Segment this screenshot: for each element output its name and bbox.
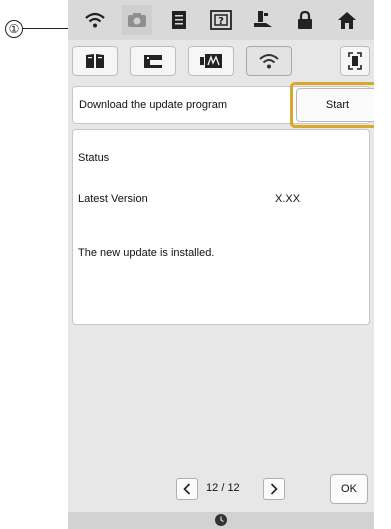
machine-screen: ? Download the update program Start Stat… [68,0,374,529]
settings-category-tabs [72,46,370,80]
wifi-icon[interactable] [80,5,110,35]
chevron-right-icon [270,483,278,495]
latest-version-label: Latest Version [78,193,148,205]
pagination-row: 12 / 12 OK [68,470,374,506]
tab-book-icon[interactable] [72,46,118,76]
status-panel: Status Latest Version X.XX The new updat… [72,129,370,325]
page-current: 12 [206,482,219,494]
start-button[interactable]: Start [296,88,374,122]
ok-button[interactable]: OK [330,474,368,504]
status-heading: Status [78,152,110,164]
presser-foot-icon[interactable] [248,5,278,35]
callout-line [23,28,68,29]
sewing-machine-icon [144,55,162,68]
page-total: 12 [227,482,240,494]
embroidery-icon [200,54,222,68]
screen-capture-button[interactable] [340,46,370,76]
page-indicator: 12 / 12 [206,482,240,494]
camera-icon[interactable] [122,5,152,35]
page-separator: / [221,482,225,494]
update-status-message: The new update is installed. [78,247,215,259]
tab-wireless[interactable] [246,46,292,76]
latest-version-value: X.XX [275,193,301,205]
lock-icon[interactable] [290,5,320,35]
bottom-status-bar [68,512,374,529]
tab-embroidery[interactable] [188,46,234,76]
screen-capture-icon [348,52,362,70]
next-page-button[interactable] [263,478,285,500]
wifi-icon [259,54,279,69]
document-icon[interactable] [164,5,194,35]
prev-page-button[interactable] [176,478,198,500]
top-toolbar: ? [68,0,374,40]
help-icon[interactable]: ? [206,5,236,35]
clock-icon [215,514,227,526]
tab-sewing-machine[interactable] [130,46,176,76]
book-icon [86,54,104,68]
download-label: Download the update program [79,99,227,111]
callout-number: ① [5,20,23,38]
chevron-left-icon [183,483,191,495]
svg-text:?: ? [218,16,224,27]
home-icon[interactable] [332,5,362,35]
